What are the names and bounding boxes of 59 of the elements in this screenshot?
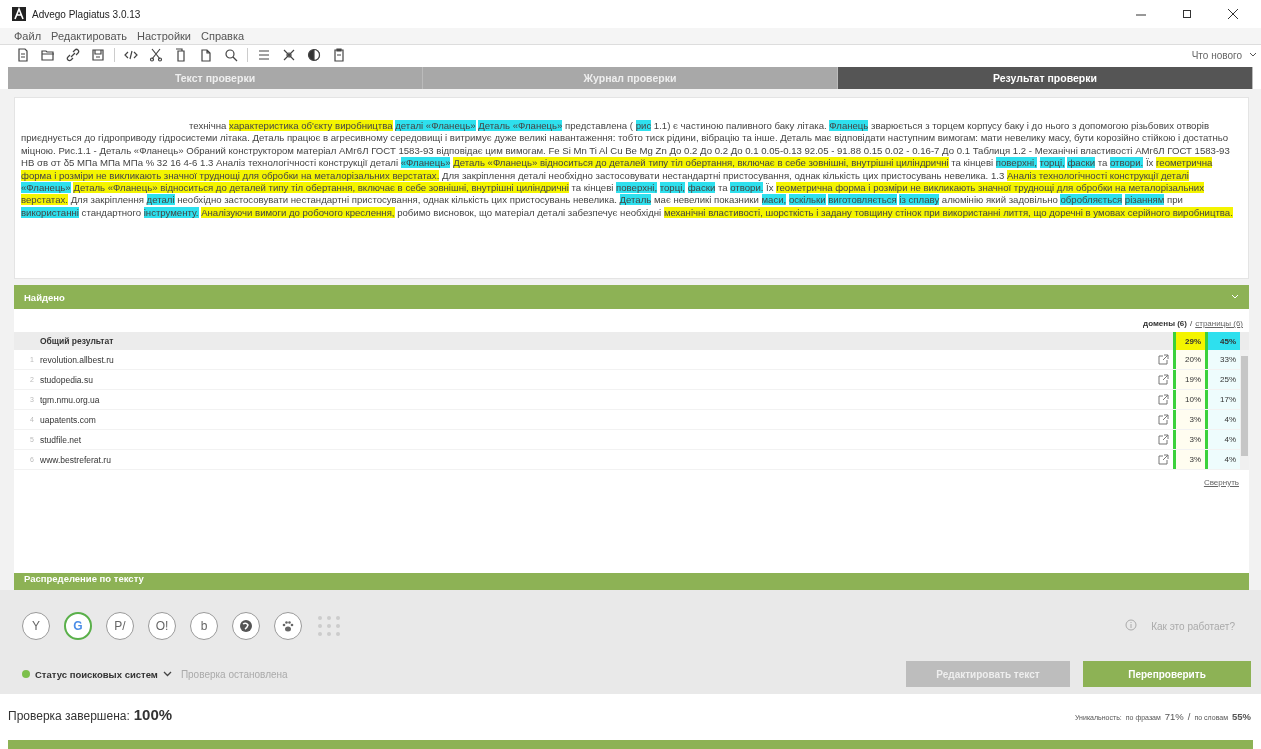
check-status-text: Проверка остановлена bbox=[180, 668, 288, 680]
window-title: Advego Plagiatus 3.0.13 bbox=[32, 8, 141, 20]
engine-status-dropdown[interactable]: Статус поисковых систем bbox=[35, 668, 158, 680]
domain-link[interactable]: studfile.net bbox=[40, 434, 1153, 445]
search-engine-button[interactable]: O! bbox=[148, 612, 176, 640]
menu-item[interactable]: Редактировать bbox=[51, 28, 128, 44]
search-engine-button[interactable] bbox=[232, 612, 260, 640]
table-cell: 19% bbox=[1173, 370, 1205, 389]
progress-label: Проверка завершена: bbox=[8, 709, 130, 723]
table-cell: 25% bbox=[1205, 370, 1240, 389]
link-icon[interactable] bbox=[64, 46, 82, 64]
table-cell: 33% bbox=[1205, 350, 1240, 369]
save-icon[interactable] bbox=[89, 46, 107, 64]
table-cell: 3% bbox=[1173, 450, 1205, 469]
total-phrases-cell: 29% bbox=[1173, 332, 1205, 350]
scissors-icon[interactable] bbox=[147, 46, 165, 64]
table-cell: 4% bbox=[1205, 450, 1240, 469]
section-title: Найдено bbox=[24, 291, 65, 303]
domain-link[interactable]: www.bestreferat.ru bbox=[40, 454, 1153, 465]
section-title: Распределение по тексту bbox=[24, 573, 144, 584]
table-cell: 17% bbox=[1205, 390, 1240, 409]
search-icon[interactable] bbox=[222, 46, 240, 64]
search-engine-button[interactable] bbox=[274, 612, 302, 640]
caret-icon bbox=[162, 671, 172, 677]
pages-link[interactable]: страницы (6) bbox=[1195, 319, 1243, 328]
tab[interactable]: Результат проверки bbox=[838, 67, 1253, 89]
domain-link[interactable]: revolution.allbest.ru bbox=[40, 354, 1153, 365]
table-cell: 4% bbox=[1205, 410, 1240, 429]
scrollbar[interactable] bbox=[1240, 350, 1249, 470]
app-logo-icon bbox=[12, 7, 26, 21]
paw-icon bbox=[281, 619, 295, 633]
menu-item[interactable]: Справка bbox=[201, 28, 245, 44]
chevron-icon bbox=[1231, 294, 1239, 300]
table-cell: 3% bbox=[1173, 410, 1205, 429]
menu-item[interactable]: Файл bbox=[14, 28, 42, 44]
table-cell: 20% bbox=[1173, 350, 1205, 369]
table-cell: 3% bbox=[1173, 430, 1205, 449]
domains-link[interactable]: домены (6) bbox=[1143, 319, 1187, 328]
separator-text: / bbox=[1187, 711, 1191, 722]
collapse-link[interactable]: Свернуть bbox=[1203, 478, 1239, 487]
table-cell: 4% bbox=[1205, 430, 1240, 449]
domain-link[interactable]: studopedia.su bbox=[40, 374, 1153, 385]
search-engine-button[interactable]: P/ bbox=[106, 612, 134, 640]
contrast-icon[interactable] bbox=[305, 46, 323, 64]
table-cell: 10% bbox=[1173, 390, 1205, 409]
domain-link[interactable]: uapatents.com bbox=[40, 414, 1153, 425]
words-value: 55% bbox=[1232, 711, 1251, 722]
phrases-value: 71% bbox=[1164, 711, 1184, 722]
domain-link[interactable]: tgm.nmu.org.ua bbox=[40, 394, 1153, 405]
progress-value: 100% bbox=[133, 706, 173, 723]
total-words-cell: 45% bbox=[1205, 332, 1240, 350]
caret-icon bbox=[1249, 52, 1257, 58]
separator-text: / bbox=[1190, 319, 1193, 328]
whats-new-button[interactable]: Что нового bbox=[1191, 49, 1242, 61]
search-engine-button[interactable]: b bbox=[190, 612, 218, 640]
search-engine-button[interactable]: G bbox=[64, 612, 92, 640]
menu-item[interactable]: Настройки bbox=[137, 28, 191, 44]
search-engine-button[interactable]: Y bbox=[22, 612, 50, 640]
column-header: Общий результат bbox=[40, 336, 115, 346]
